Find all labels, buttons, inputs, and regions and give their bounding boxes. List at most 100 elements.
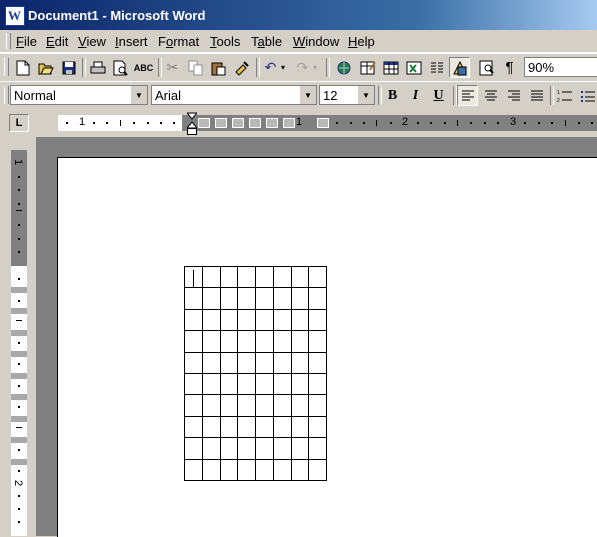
new-icon[interactable] (12, 57, 33, 78)
menu-file[interactable]: File (16, 34, 37, 49)
table-cell[interactable] (201, 458, 221, 481)
table-cell[interactable] (272, 415, 292, 439)
table-cell[interactable] (219, 351, 239, 374)
table-cell[interactable] (308, 308, 327, 332)
insert-excel-icon[interactable] (403, 57, 424, 78)
table-cell[interactable] (290, 308, 310, 332)
table-cell[interactable] (237, 287, 256, 310)
italic-button[interactable]: I (405, 85, 426, 106)
table-cell[interactable] (255, 415, 274, 439)
table-cell[interactable] (308, 415, 327, 439)
table-cell[interactable] (255, 458, 274, 481)
numbering-icon[interactable]: 12 (554, 85, 575, 106)
column-marker[interactable] (232, 118, 244, 128)
table-cell[interactable] (219, 372, 239, 396)
font-dropdown[interactable]: Arial ▼ (151, 85, 317, 105)
zoom-combo[interactable]: 90% (524, 57, 597, 77)
table-cell[interactable] (272, 308, 292, 332)
table-cell[interactable] (255, 437, 274, 460)
table-cell[interactable] (184, 437, 203, 460)
table-cell[interactable] (272, 437, 292, 460)
chevron-down-icon[interactable]: ▼ (130, 86, 147, 104)
undo-dropdown-icon[interactable]: ▾ (278, 57, 288, 78)
table-cell[interactable] (219, 437, 239, 460)
table-cell[interactable] (290, 394, 310, 417)
table-cell[interactable] (219, 394, 239, 417)
table-cell[interactable] (290, 351, 310, 374)
table-cell[interactable] (201, 308, 221, 332)
table-cell[interactable] (255, 308, 274, 332)
align-right-icon[interactable] (503, 85, 524, 106)
table-cell[interactable] (184, 330, 203, 353)
table-cell[interactable] (290, 415, 310, 439)
table-cell[interactable] (308, 394, 327, 417)
table-cell[interactable] (219, 287, 239, 310)
table-cell[interactable] (237, 437, 256, 460)
word-app-icon[interactable]: W (5, 6, 25, 26)
paste-icon[interactable] (208, 57, 229, 78)
table-cell[interactable] (237, 351, 256, 374)
title-bar[interactable]: W Document1 - Microsoft Word (0, 0, 597, 30)
table-cell[interactable] (184, 351, 203, 374)
drawing-icon[interactable] (449, 57, 470, 78)
menu-tools[interactable]: Tools (210, 34, 240, 49)
table-cell[interactable] (184, 372, 203, 396)
table-cell[interactable] (272, 330, 292, 353)
table-cell[interactable] (219, 265, 239, 289)
table-cell[interactable] (308, 351, 327, 374)
vertical-ruler[interactable]: 1 2 (11, 150, 27, 536)
chevron-down-icon[interactable]: ▼ (299, 86, 316, 104)
column-marker[interactable] (317, 118, 329, 128)
table-cell[interactable] (290, 265, 310, 289)
align-center-icon[interactable] (480, 85, 501, 106)
table-cell[interactable] (201, 287, 221, 310)
table-cell[interactable] (237, 265, 256, 289)
table-cell[interactable] (237, 308, 256, 332)
copy-icon[interactable] (185, 57, 206, 78)
table-cell[interactable] (184, 458, 203, 481)
table-cell[interactable] (308, 265, 327, 289)
table-cell[interactable] (219, 308, 239, 332)
justify-icon[interactable] (526, 85, 547, 106)
table-cell[interactable] (237, 372, 256, 396)
hyperlink-icon[interactable] (333, 57, 354, 78)
print-preview-icon[interactable] (110, 57, 131, 78)
table-cell[interactable] (272, 351, 292, 374)
show-hide-icon[interactable]: ¶ (499, 57, 520, 78)
menu-help[interactable]: Help (348, 34, 375, 49)
cut-icon[interactable]: ✂ (162, 57, 183, 78)
table-cell[interactable] (201, 372, 221, 396)
table-cell[interactable] (219, 458, 239, 481)
bullets-icon[interactable] (577, 85, 597, 106)
table-cell[interactable] (219, 330, 239, 353)
table-cell[interactable] (255, 394, 274, 417)
toolbar-grip[interactable] (4, 58, 9, 76)
tab-stop-selector[interactable]: L (9, 114, 29, 132)
table-cell[interactable] (272, 287, 292, 310)
format-painter-icon[interactable] (231, 57, 252, 78)
align-left-icon[interactable] (457, 85, 478, 106)
table-cell[interactable] (237, 458, 256, 481)
table-cell[interactable] (201, 394, 221, 417)
column-marker[interactable] (266, 118, 278, 128)
save-icon[interactable] (58, 57, 79, 78)
table-cell[interactable] (255, 330, 274, 353)
table-cell[interactable] (255, 287, 274, 310)
menu-insert[interactable]: Insert (115, 34, 148, 49)
indent-marker-icon[interactable] (187, 112, 197, 136)
chevron-down-icon[interactable]: ▼ (357, 86, 374, 104)
menu-format[interactable]: Format (158, 34, 199, 49)
column-marker[interactable] (283, 118, 295, 128)
table-cell[interactable] (201, 415, 221, 439)
bold-button[interactable]: B (382, 85, 403, 106)
table-cell[interactable] (308, 287, 327, 310)
menu-table[interactable]: Table (251, 34, 282, 49)
tables-borders-icon[interactable] (357, 57, 378, 78)
column-marker[interactable] (198, 118, 210, 128)
table-cell[interactable] (290, 330, 310, 353)
table-cell[interactable] (272, 394, 292, 417)
menu-edit[interactable]: Edit (46, 34, 68, 49)
redo-dropdown-icon[interactable]: ▾ (310, 57, 320, 78)
table-cell[interactable] (201, 330, 221, 353)
document-table[interactable] (184, 265, 327, 481)
